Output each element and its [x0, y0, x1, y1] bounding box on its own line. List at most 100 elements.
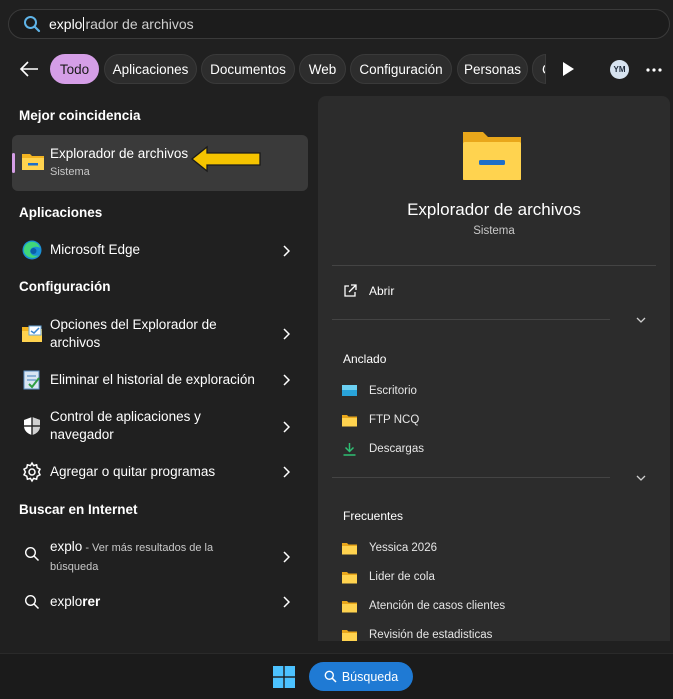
download-icon — [343, 443, 356, 456]
web-query-text: explo — [50, 539, 83, 554]
list-item-label: Opciones del Explorador de archivos — [50, 316, 217, 352]
label-line-2: navegador — [50, 427, 114, 442]
best-match-heading: Mejor coincidencia — [19, 108, 141, 123]
scroll-filters-right-icon[interactable] — [561, 61, 575, 77]
web-search-heading: Buscar en Internet — [19, 502, 138, 517]
filter-chip-web[interactable]: Web — [299, 54, 346, 84]
desktop-icon — [342, 385, 357, 396]
pinned-item-descargas[interactable]: Descargas — [342, 441, 642, 459]
folder-icon — [342, 572, 357, 584]
filter-chip-truncated[interactable]: C — [532, 54, 546, 84]
pinned-item-label: FTP NCQ — [369, 414, 420, 426]
search-typed-text: explo — [49, 16, 83, 32]
frequent-item[interactable]: Yessica 2026 — [342, 540, 642, 558]
file-explorer-large-icon — [463, 132, 521, 180]
folder-options-icon — [22, 325, 42, 342]
search-input[interactable]: explo rador de archivos — [49, 16, 194, 32]
folder-icon — [342, 543, 357, 555]
results-list: Mejor coincidencia Explorador de archivo… — [0, 96, 316, 641]
annotation-arrow-icon — [190, 145, 261, 173]
list-item-folder-options[interactable]: Opciones del Explorador de archivos — [12, 314, 308, 354]
avatar[interactable]: YM — [610, 60, 629, 79]
frequent-item-label: Lider de cola — [369, 571, 435, 583]
open-action[interactable]: Abrir — [342, 282, 642, 302]
taskbar-search-button[interactable]: Búsqueda — [309, 662, 413, 691]
filter-chip-aplicaciones[interactable]: Aplicaciones — [104, 54, 197, 84]
filter-chip-documentos[interactable]: Documentos — [201, 54, 295, 84]
frequent-item[interactable]: Lider de cola — [342, 569, 642, 587]
web-result-explo[interactable]: explo - Ver más resultados de la búsqued… — [12, 537, 308, 577]
filter-chip-todo[interactable]: Todo — [50, 54, 99, 84]
list-item-label: explo - Ver más resultados de la búsqued… — [50, 538, 213, 576]
divider — [332, 319, 610, 320]
suggestion-typed-part: explo — [50, 594, 83, 609]
chevron-right-icon — [283, 245, 290, 257]
list-item-label: explorer — [50, 593, 100, 611]
preview-title: Explorador de archivos — [407, 200, 581, 219]
preview-subtitle: Sistema — [473, 225, 515, 237]
open-label: Abrir — [369, 284, 395, 298]
best-match-type: Sistema — [50, 166, 90, 178]
back-arrow-icon[interactable] — [18, 60, 40, 78]
search-bar[interactable]: explo rador de archivos — [8, 9, 670, 39]
chevron-right-icon — [283, 596, 290, 608]
web-more-results-line2: búsqueda — [50, 561, 99, 573]
frequent-item[interactable]: Revisión de estadisticas — [342, 627, 642, 641]
windows-start-icon[interactable] — [273, 666, 295, 688]
frequent-item-label: Atención de casos clientes — [369, 600, 506, 612]
list-item-add-remove-programs[interactable]: Agregar o quitar programas — [12, 460, 308, 484]
edge-icon — [22, 240, 42, 260]
settings-heading: Configuración — [19, 279, 111, 294]
filter-chip-configuracion[interactable]: Configuración — [350, 54, 452, 84]
pinned-item-label: Descargas — [369, 443, 424, 455]
file-explorer-icon — [22, 154, 44, 170]
frequent-item-label: Revisión de estadisticas — [369, 629, 493, 641]
search-icon — [24, 546, 40, 562]
list-item-app-browser-control[interactable]: Control de aplicaciones y navegador — [12, 407, 308, 447]
apps-heading: Aplicaciones — [19, 205, 103, 220]
clear-history-icon — [23, 370, 40, 390]
list-item-microsoft-edge[interactable]: Microsoft Edge — [12, 236, 308, 264]
shield-icon — [24, 417, 40, 435]
chevron-down-icon[interactable] — [636, 317, 646, 323]
search-icon — [24, 594, 40, 610]
chevron-right-icon — [283, 328, 290, 340]
divider — [332, 265, 656, 266]
pinned-item-ftp-ncq[interactable]: FTP NCQ — [342, 412, 642, 430]
filter-chip-personas[interactable]: Personas — [457, 54, 528, 84]
folder-icon — [342, 630, 357, 641]
list-item-label: Eliminar el historial de exploración — [50, 372, 255, 387]
list-item-label: Control de aplicaciones y navegador — [50, 408, 201, 444]
web-result-explorer[interactable]: explorer — [12, 590, 308, 614]
chevron-right-icon — [283, 374, 290, 386]
folder-icon — [342, 601, 357, 613]
web-more-results-text: - Ver más resultados de la — [82, 542, 214, 554]
list-item-label: Agregar o quitar programas — [50, 464, 216, 479]
pinned-item-escritorio[interactable]: Escritorio — [342, 383, 642, 401]
best-match-name: Explorador de archivos — [50, 146, 189, 161]
divider — [332, 477, 610, 478]
suggestion-completion-part: rer — [82, 594, 101, 609]
preview-pane: Explorador de archivos Sistema Abrir Anc… — [318, 96, 670, 641]
more-options-icon[interactable] — [645, 67, 663, 73]
label-line-2: archivos — [50, 335, 101, 350]
chevron-right-icon — [283, 421, 290, 433]
filter-bar: Todo Aplicaciones Documentos Web Configu… — [0, 52, 673, 86]
frequent-item-label: Yessica 2026 — [369, 542, 437, 554]
chevron-down-icon[interactable] — [636, 475, 646, 481]
pinned-heading: Anclado — [343, 352, 387, 366]
frequent-item[interactable]: Atención de casos clientes — [342, 598, 642, 616]
list-item-clear-history[interactable]: Eliminar el historial de exploración — [12, 368, 308, 392]
pinned-item-label: Escritorio — [369, 385, 417, 397]
best-match-item[interactable]: Explorador de archivos Sistema — [12, 135, 308, 191]
text-caret — [83, 17, 85, 31]
chevron-right-icon — [283, 466, 290, 478]
open-external-icon — [344, 284, 357, 297]
taskbar: Búsqueda — [0, 653, 673, 699]
list-item-label: Microsoft Edge — [50, 242, 141, 257]
search-icon — [24, 16, 41, 33]
label-line-1: Opciones del Explorador de — [50, 317, 217, 332]
taskbar-search-label: Búsqueda — [341, 669, 399, 684]
search-suggestion-text: rador de archivos — [85, 16, 194, 32]
chevron-right-icon — [283, 551, 290, 563]
